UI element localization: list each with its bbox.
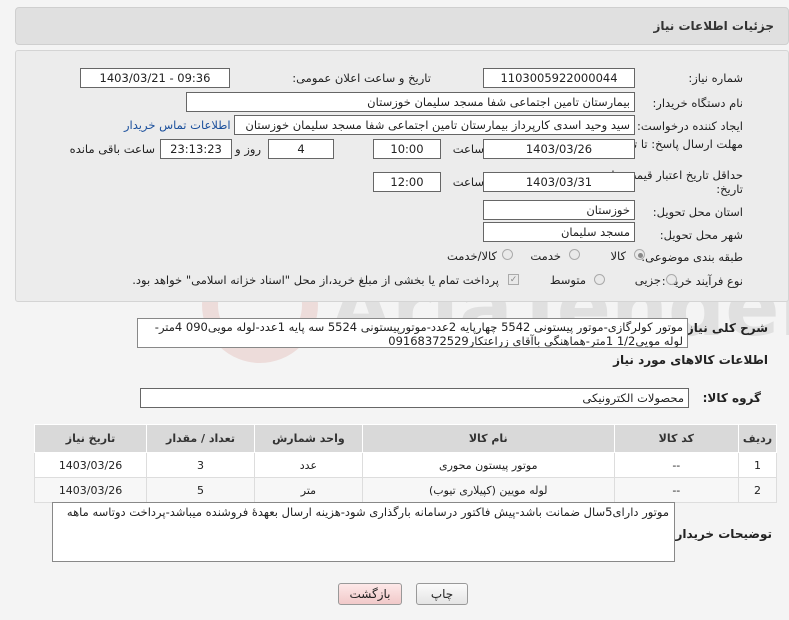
deadline-time-label: ساعت xyxy=(452,142,484,156)
back-button[interactable]: بازگشت xyxy=(338,583,402,605)
category-radio-goods[interactable] xyxy=(634,249,645,260)
validity-time-label: ساعت xyxy=(452,175,484,189)
remaining-time-field: 23:13:23 xyxy=(160,139,232,159)
requester-field: سید وحید اسدی کارپرداز بیمارستان تامین ا… xyxy=(234,115,635,135)
city-field: مسجد سلیمان xyxy=(483,222,635,242)
days-label: روز و xyxy=(235,142,261,156)
cell-item-name: موتور پیستون محوری xyxy=(361,452,615,478)
cell-row-number: 2 xyxy=(737,477,778,503)
announce-label: تاریخ و ساعت اعلان عمومی: xyxy=(292,71,431,85)
cell-item-code: -- xyxy=(613,452,739,478)
category-radio-service[interactable] xyxy=(569,249,580,260)
purchase-option-medium: متوسط xyxy=(549,273,586,287)
cell-unit: عدد xyxy=(253,452,363,478)
category-label: طبقه بندی موضوعی: xyxy=(641,250,743,264)
buyer-org-label: نام دستگاه خریدار: xyxy=(652,96,743,110)
cell-need-date: 1403/03/26 xyxy=(33,452,148,478)
buyer-notes-label: توضیحات خریدار: xyxy=(670,527,772,541)
need-number-label: شماره نیاز: xyxy=(688,71,743,85)
need-number-field: 1103005922000044 xyxy=(483,68,635,88)
category-option-goods: کالا xyxy=(610,249,626,263)
table-row: 2 -- لوله مویین (کپیلاری تیوب) متر 5 140… xyxy=(33,477,778,503)
buyer-contact-link[interactable]: اطلاعات تماس خریدار xyxy=(124,118,231,132)
category-option-goods-service: کالا/خدمت xyxy=(446,249,497,263)
description-label: شرح کلی نیاز: xyxy=(682,321,768,335)
items-table-header: ردیف کد کالا نام کالا واحد شمارش تعداد /… xyxy=(33,424,778,453)
treasury-note: پرداخت تمام یا بخشی از مبلغ خرید،از محل … xyxy=(132,273,499,287)
cell-quantity: 3 xyxy=(146,452,255,478)
purchase-option-minor: جزیی xyxy=(634,273,661,287)
announce-field: 1403/03/21 - 09:36 xyxy=(80,68,230,88)
cell-item-code: -- xyxy=(613,477,739,503)
treasury-checkbox[interactable]: ✓ xyxy=(508,274,519,285)
header-item-code: کد کالا xyxy=(613,424,739,453)
province-field: خوزستان xyxy=(483,200,635,220)
category-radio-goods-service[interactable] xyxy=(502,249,513,260)
buyer-notes-field: موتور دارای5سال ضمانت باشد-پیش فاکتور در… xyxy=(52,502,675,562)
cell-unit: متر xyxy=(253,477,363,503)
requester-label: ایجاد کننده درخواست: xyxy=(637,119,743,133)
description-field: موتور کولرگازی-موتور پیستونی 5542 چهارپا… xyxy=(137,318,688,348)
deadline-date-field: 1403/03/26 xyxy=(483,139,635,159)
page-title: جزئیات اطلاعات نیاز xyxy=(653,19,774,33)
header-quantity: تعداد / مقدار xyxy=(146,424,255,453)
table-row: 1 -- موتور پیستون محوری عدد 3 1403/03/26 xyxy=(33,452,778,478)
days-field: 4 xyxy=(268,139,334,159)
page-header: جزئیات اطلاعات نیاز xyxy=(15,7,789,45)
print-button[interactable]: چاپ xyxy=(416,583,468,605)
cell-item-name: لوله مویین (کپیلاری تیوب) xyxy=(361,477,615,503)
cell-row-number: 1 xyxy=(737,452,778,478)
validity-date-field: 1403/03/31 xyxy=(483,172,635,192)
remaining-time-label: ساعت باقی مانده xyxy=(69,142,155,156)
city-label: شهر محل تحویل: xyxy=(659,228,743,242)
cell-need-date: 1403/03/26 xyxy=(33,477,148,503)
province-label: استان محل تحویل: xyxy=(652,205,743,219)
header-row-number: ردیف xyxy=(737,424,778,453)
validity-time-field: 12:00 xyxy=(373,172,441,192)
cell-quantity: 5 xyxy=(146,477,255,503)
goods-group-field: محصولات الکترونیکی xyxy=(140,388,689,408)
purchase-radio-medium[interactable] xyxy=(594,274,605,285)
category-option-service: خدمت xyxy=(530,249,561,263)
header-item-name: نام کالا xyxy=(361,424,615,453)
goods-group-label: گروه کالا: xyxy=(702,391,761,405)
header-unit: واحد شمارش xyxy=(253,424,363,453)
header-need-date: تاریخ نیاز xyxy=(33,424,148,453)
purchase-radio-minor[interactable] xyxy=(666,274,677,285)
deadline-time-field: 10:00 xyxy=(373,139,441,159)
items-table: ردیف کد کالا نام کالا واحد شمارش تعداد /… xyxy=(33,424,778,503)
goods-section-title: اطلاعات کالاهای مورد نیاز xyxy=(613,353,768,367)
buyer-org-field: بیمارستان تامین اجتماعی شفا مسجد سلیمان … xyxy=(186,92,635,112)
